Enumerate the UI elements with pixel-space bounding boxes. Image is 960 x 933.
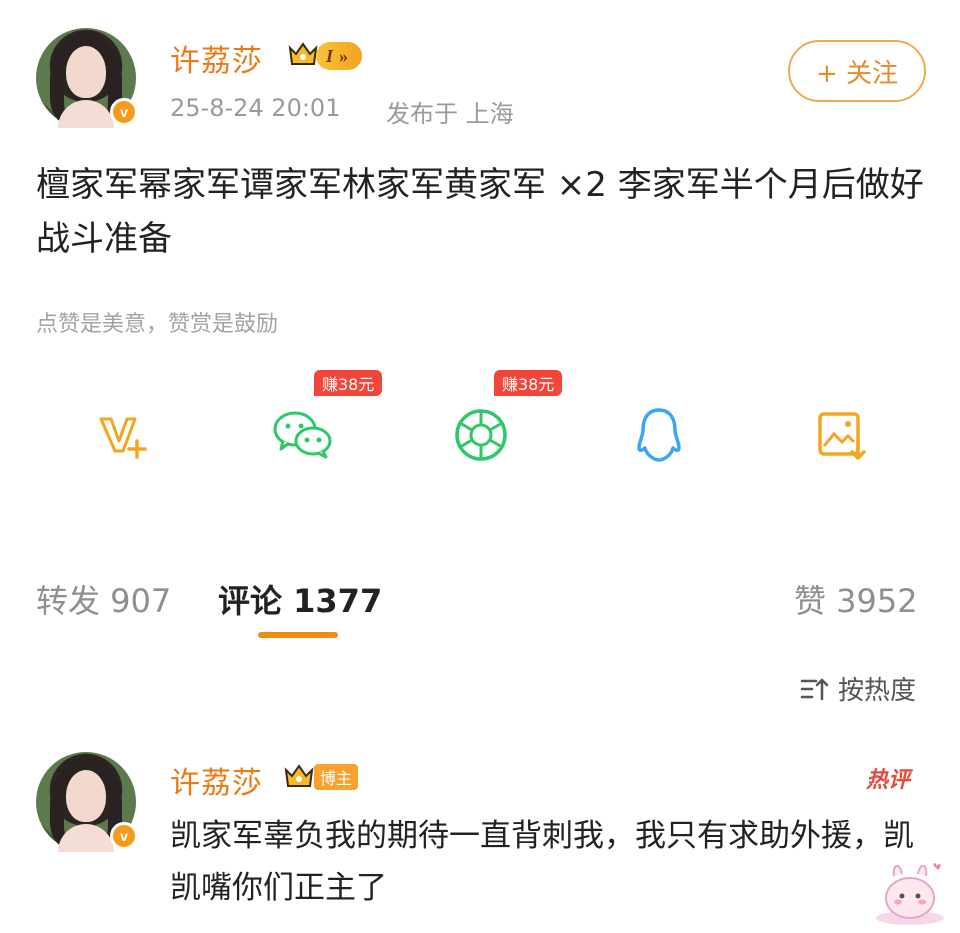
commenter-name[interactable]: 许荔莎 bbox=[170, 758, 263, 802]
post-text: 檀家军幂家军谭家军林家军黄家军 ×2 李家军半个月后做好战斗准备 bbox=[36, 165, 924, 259]
vplus-icon bbox=[99, 417, 147, 459]
hot-comment-badge: 热评 bbox=[866, 768, 911, 793]
wechat-icon bbox=[273, 411, 332, 459]
crown-icon bbox=[284, 764, 314, 787]
reward-tip: 点赞是美意，赞赏是鼓励 bbox=[36, 312, 279, 337]
post-location: 发布于 上海 bbox=[386, 100, 514, 128]
moments-earn-tag: 赚38元 bbox=[494, 370, 563, 396]
qq-icon bbox=[637, 408, 681, 462]
follow-button[interactable]: + 关注 bbox=[788, 40, 926, 102]
avatar-face bbox=[66, 46, 106, 98]
blogger-badge: 博主 bbox=[314, 764, 359, 790]
vplus-share-button[interactable] bbox=[88, 400, 158, 470]
chevron-right-icon: » bbox=[339, 45, 349, 66]
sort-button[interactable]: 按热度 bbox=[800, 670, 916, 707]
wechat-share-button[interactable] bbox=[268, 400, 338, 470]
commenter-avatar[interactable]: v bbox=[36, 752, 138, 852]
moments-share-button[interactable] bbox=[446, 400, 516, 470]
save-image-icon bbox=[818, 412, 866, 460]
sort-label: 按热度 bbox=[838, 676, 917, 706]
verified-badge-icon: v bbox=[110, 98, 138, 126]
active-tab-indicator bbox=[258, 632, 338, 638]
level-badge: I » bbox=[316, 42, 363, 70]
tab-likes[interactable]: 赞 3952 bbox=[794, 576, 918, 622]
save-image-button[interactable] bbox=[806, 400, 876, 470]
sort-icon bbox=[800, 678, 829, 700]
comment-text: 凯家军辜负我的期待一直背刺我，我只有求助外援，凯凯嘴你们正主了 bbox=[170, 818, 914, 906]
tab-comments[interactable]: 评论 1377 bbox=[218, 576, 382, 622]
author-name[interactable]: 许荔莎 bbox=[170, 36, 263, 80]
verified-badge-icon: v bbox=[110, 822, 138, 850]
moments-icon bbox=[455, 409, 507, 461]
qq-share-button[interactable] bbox=[624, 400, 694, 470]
share-row: 赚38元 赚38元 bbox=[0, 370, 960, 480]
crown-icon bbox=[288, 42, 318, 65]
cute-bunny-sticker-icon bbox=[876, 863, 944, 925]
tab-repost[interactable]: 转发 907 bbox=[36, 576, 171, 622]
post-date: 25-8-24 20:01 bbox=[170, 94, 341, 122]
wechat-earn-tag: 赚38元 bbox=[314, 370, 383, 396]
author-avatar[interactable]: v bbox=[36, 28, 138, 128]
level-label: I bbox=[326, 45, 334, 66]
avatar-face bbox=[66, 770, 106, 822]
